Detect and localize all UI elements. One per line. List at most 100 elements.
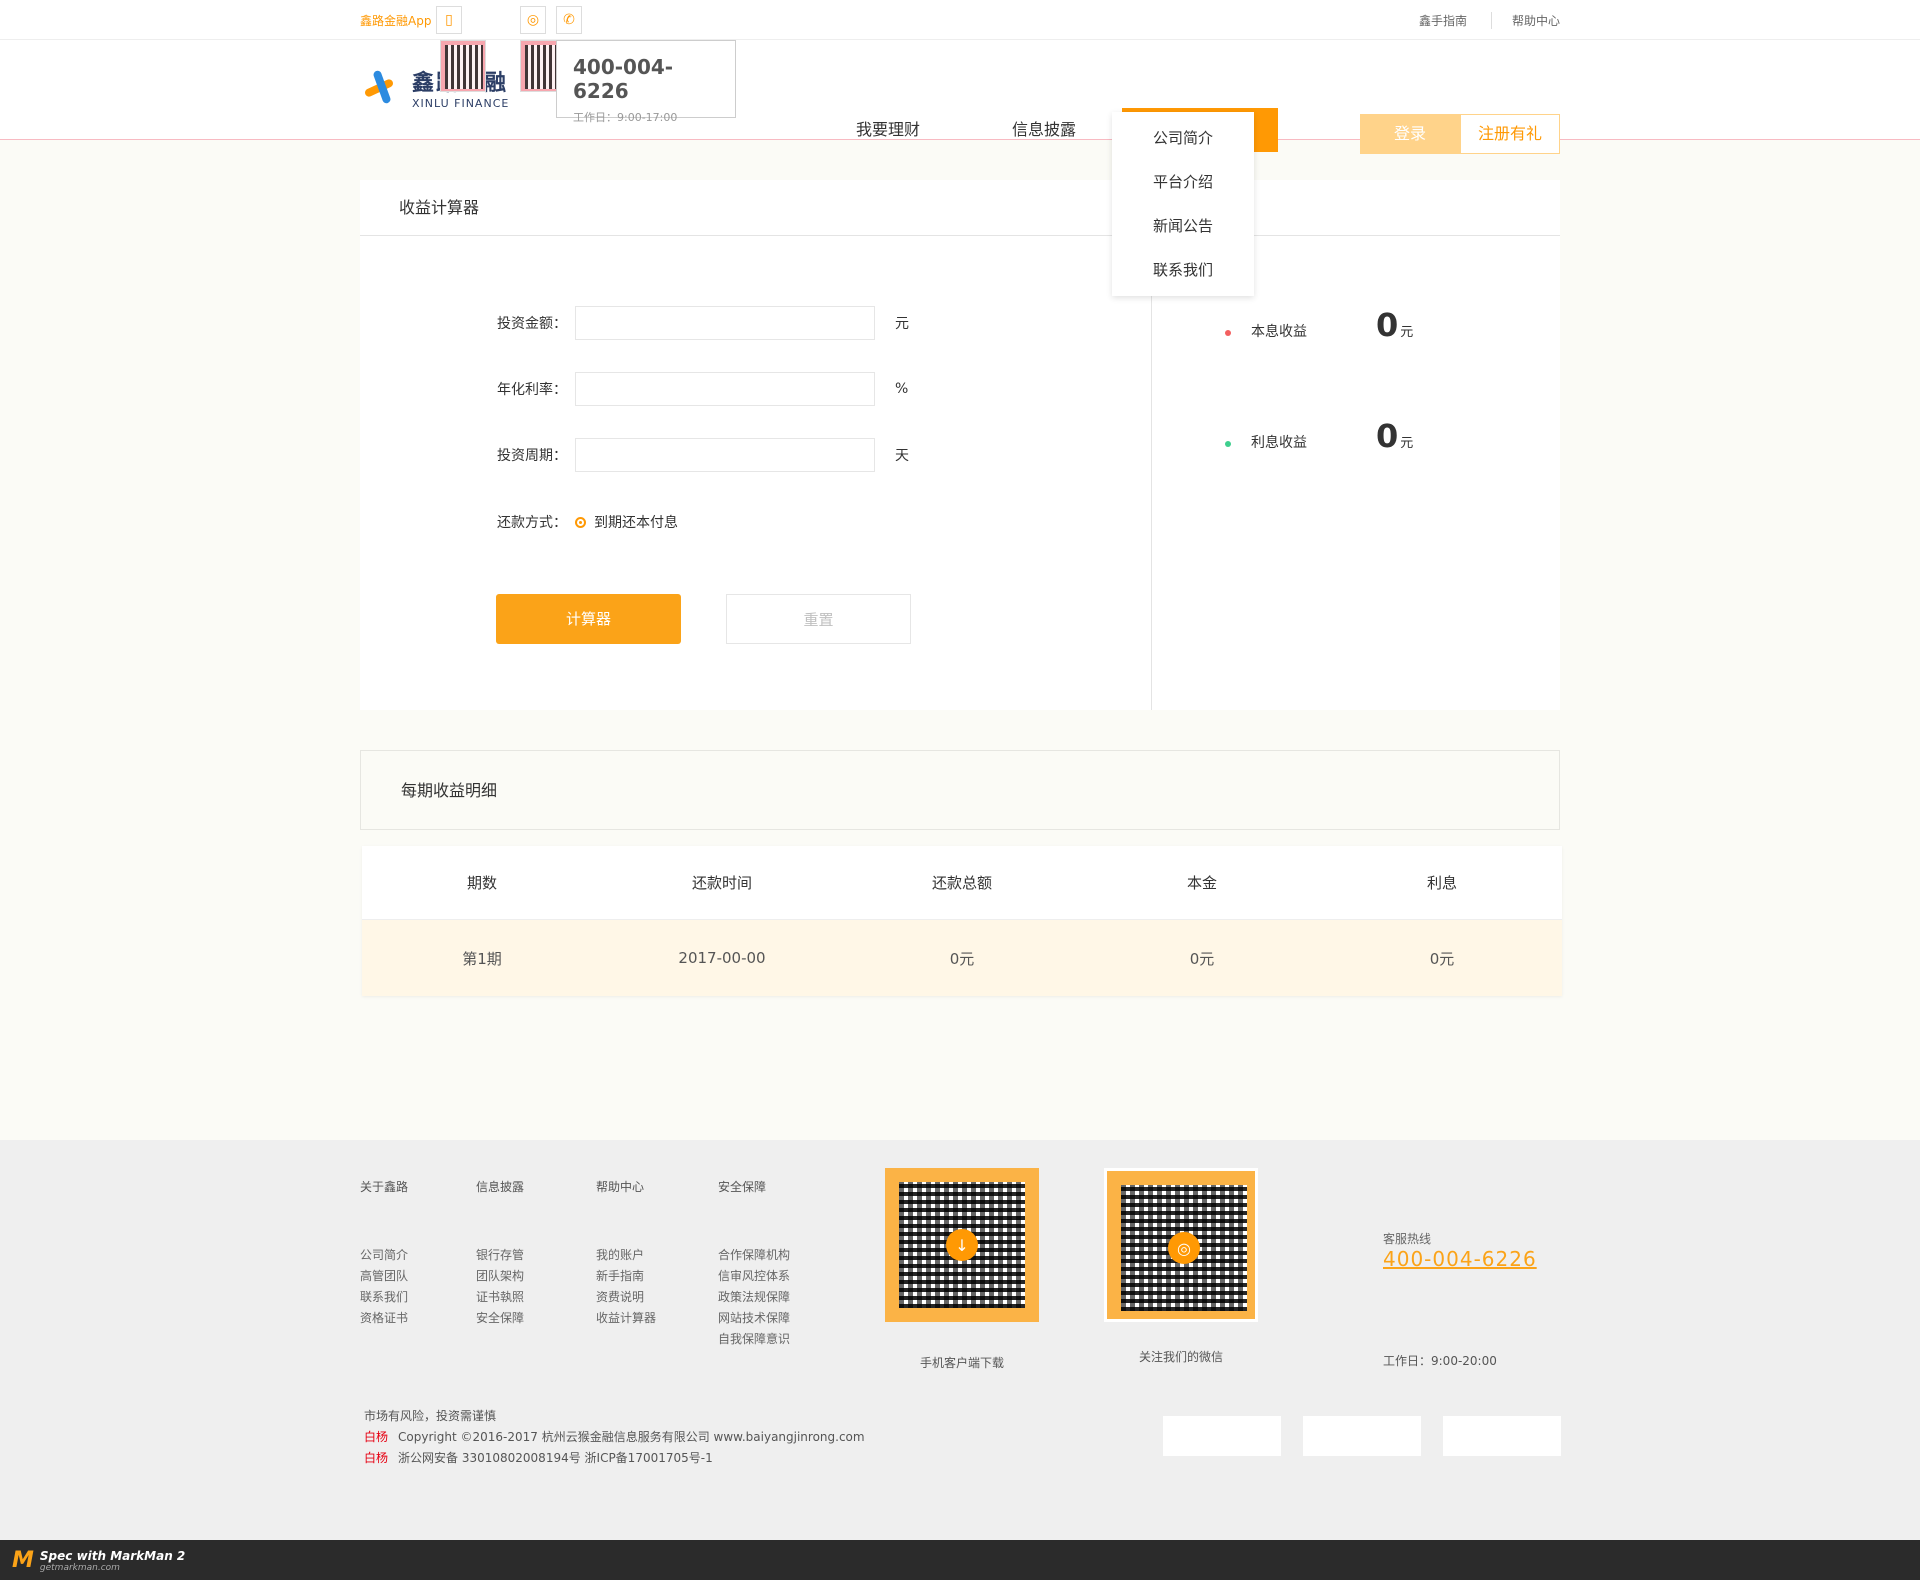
- wechat-qr-caption: 关注我们的微信: [1138, 1350, 1223, 1364]
- hotline-popover-number: 400-004-6226: [573, 55, 674, 103]
- register-button[interactable]: 注册有礼: [1460, 114, 1560, 154]
- repay-label: 还款方式：: [497, 515, 567, 531]
- reset-button[interactable]: 重置: [726, 594, 911, 644]
- certification-badges: [1163, 1416, 1561, 1456]
- footer-link-columns: 关于鑫路 公司简介 高管团队 联系我们 资格证书 信息披露 银行存管 团队架构 …: [360, 1178, 850, 1350]
- repay-field: 还款方式： 到期还本付息: [493, 512, 678, 532]
- top-bar: 鑫路金融App ▯ ◎ ✆ 鑫手指南 帮助中心: [0, 0, 1920, 40]
- calculator-results: 本息收益 0 元 利息收益 0 元: [1153, 236, 1560, 710]
- site-logo[interactable]: 鑫路金融 XINLU FINANCE: [360, 65, 509, 110]
- rate-field: 年化利率： %: [493, 372, 908, 406]
- rate-label: 年化利率：: [497, 382, 567, 398]
- footer-link[interactable]: 证书執照: [476, 1287, 536, 1308]
- footer-link[interactable]: 资格证书: [360, 1308, 416, 1329]
- qr-code-icon: ◎: [1121, 1185, 1247, 1311]
- green-dot-icon: [1225, 441, 1231, 447]
- footer-link[interactable]: 网站技术保障: [718, 1308, 790, 1329]
- period-label: 投资周期：: [497, 448, 567, 464]
- login-button[interactable]: 登录: [1360, 114, 1460, 154]
- result-principal-interest-label: 本息收益: [1251, 324, 1307, 340]
- footer-work-hours: 工作日：9:00-20:00: [1383, 1354, 1497, 1368]
- hotline-label: 客服热线: [1383, 1232, 1432, 1246]
- result-principal-interest-unit: 元: [1400, 325, 1414, 340]
- app-download-qr: ↓: [885, 1168, 1039, 1322]
- footer-col-heading[interactable]: 关于鑫路: [360, 1178, 416, 1195]
- column-principal: 本金: [1186, 874, 1217, 892]
- copyright-text: Copyright ©2016-2017 杭州云猴金融信息服务有限公司 www.…: [398, 1430, 865, 1444]
- footer-link[interactable]: 新手指南: [596, 1266, 658, 1287]
- hotline-number[interactable]: 400-004-6226: [1383, 1247, 1537, 1271]
- footer-link[interactable]: 政策法规保障: [718, 1287, 790, 1308]
- nav-disclosure[interactable]: 信息披露: [966, 108, 1122, 152]
- footer-link[interactable]: 高管团队: [360, 1266, 416, 1287]
- phone-call-icon[interactable]: ✆: [556, 6, 582, 34]
- calculator-title: 收益计算器: [360, 180, 1560, 236]
- period-input[interactable]: [575, 438, 875, 472]
- footer-link[interactable]: 安全保障: [476, 1308, 536, 1329]
- auth-buttons: 登录 注册有礼: [1360, 114, 1560, 154]
- column-period: 期数: [466, 874, 497, 892]
- footer-col-heading[interactable]: 帮助中心: [596, 1178, 658, 1195]
- footer-col-disclosure: 信息披露 银行存管 团队架构 证书執照 安全保障: [476, 1178, 536, 1350]
- certification-badge[interactable]: [1443, 1416, 1561, 1456]
- footer-link[interactable]: 收益计算器: [596, 1308, 658, 1329]
- footer-col-security: 安全保障 合作保障机构 信审风控体系 政策法规保障 网站技术保障 自我保障意识: [718, 1178, 790, 1350]
- dropdown-platform-intro[interactable]: 平台介绍: [1112, 160, 1254, 204]
- download-icon: ↓: [946, 1229, 978, 1261]
- dropdown-company-intro[interactable]: 公司简介: [1112, 116, 1254, 160]
- qr-code-icon: ↓: [899, 1182, 1025, 1308]
- rate-input[interactable]: [575, 372, 875, 406]
- result-interest-value: 0: [1376, 417, 1399, 455]
- footer-link[interactable]: 合作保障机构: [718, 1245, 790, 1266]
- nav-invest[interactable]: 我要理财: [810, 108, 966, 152]
- wechat-icon[interactable]: ◎: [520, 6, 546, 34]
- copyright-line: 白杨 Copyright ©2016-2017 杭州云猴金融信息服务有限公司 ww…: [364, 1427, 865, 1448]
- brand-word: 白杨: [364, 1451, 389, 1465]
- certification-badge[interactable]: [1303, 1416, 1421, 1456]
- mobile-phone-icon[interactable]: ▯: [436, 6, 462, 34]
- certification-badge[interactable]: [1163, 1416, 1281, 1456]
- markman-text: Spec with MarkMan 2: [39, 1548, 186, 1563]
- dropdown-contact[interactable]: 联系我们: [1112, 248, 1254, 292]
- footer-col-heading[interactable]: 安全保障: [718, 1178, 790, 1195]
- repay-option-label: 到期还本付息: [594, 515, 678, 531]
- radio-selected-icon: [575, 516, 586, 528]
- footer-link[interactable]: 公司简介: [360, 1245, 416, 1266]
- icp-line: 白杨 浙公网安备 33010802008194号 浙ICP备17001705号-1: [364, 1448, 865, 1469]
- amount-input[interactable]: [575, 306, 875, 340]
- footer-col-help: 帮助中心 我的账户 新手指南 资费说明 收益计算器: [596, 1178, 658, 1350]
- footer-link[interactable]: 资费说明: [596, 1287, 658, 1308]
- footer-link[interactable]: 银行存管: [476, 1245, 536, 1266]
- calculator-form: 投资金额： 元 年化利率： % 投资周期： 天 还款方式： 到期还本付息 计算器…: [360, 236, 1152, 710]
- cell-period: 第1期: [462, 949, 502, 968]
- app-download-link[interactable]: 鑫路金融App: [360, 12, 431, 29]
- table-header-row: 期数 还款时间 还款总额 本金 利息: [362, 846, 1562, 920]
- footer-col-heading[interactable]: 信息披露: [476, 1178, 536, 1195]
- repay-option[interactable]: 到期还本付息: [575, 512, 678, 532]
- cell-repay-total: 0元: [949, 949, 975, 968]
- rate-unit: %: [895, 381, 909, 397]
- wechat-icon: ◎: [1168, 1232, 1200, 1264]
- footer-link[interactable]: 联系我们: [360, 1287, 416, 1308]
- footer-hotline: 客服热线 400-004-6226: [1383, 1230, 1537, 1271]
- markman-logo-icon: M: [12, 1548, 34, 1573]
- qr-code-icon: [445, 45, 483, 89]
- guide-link[interactable]: 鑫手指南: [1419, 12, 1467, 29]
- footer-link[interactable]: 我的账户: [596, 1245, 658, 1266]
- footer-link[interactable]: 自我保障意识: [718, 1329, 790, 1350]
- markman-url: getmarkman.com: [39, 1562, 120, 1573]
- logo-name-en: XINLU FINANCE: [412, 97, 510, 110]
- calculator-panel: 收益计算器 投资金额： 元 年化利率： % 投资周期： 天 还款方式： 到期还本…: [360, 180, 1560, 710]
- cell-repay-time: 2017-00-00: [678, 949, 766, 967]
- dropdown-news[interactable]: 新闻公告: [1112, 204, 1254, 248]
- footer-col-about: 关于鑫路 公司简介 高管团队 联系我们 资格证书: [360, 1178, 416, 1350]
- amount-label: 投资金额：: [497, 316, 567, 332]
- logo-mark-icon: [360, 66, 404, 110]
- footer-link[interactable]: 团队架构: [476, 1266, 536, 1287]
- hotline-popover-hours: 工作日：9:00-17:00: [573, 111, 678, 124]
- help-center-link[interactable]: 帮助中心: [1490, 12, 1560, 29]
- main-header: 鑫路金融 XINLU FINANCE 我要理财 信息披露 关于鑫路 登录 注册有…: [0, 40, 1920, 154]
- calculate-button[interactable]: 计算器: [496, 594, 681, 644]
- markman-badge: M Spec with MarkMan 2 getmarkman.com: [12, 1548, 185, 1573]
- footer-link[interactable]: 信审风控体系: [718, 1266, 790, 1287]
